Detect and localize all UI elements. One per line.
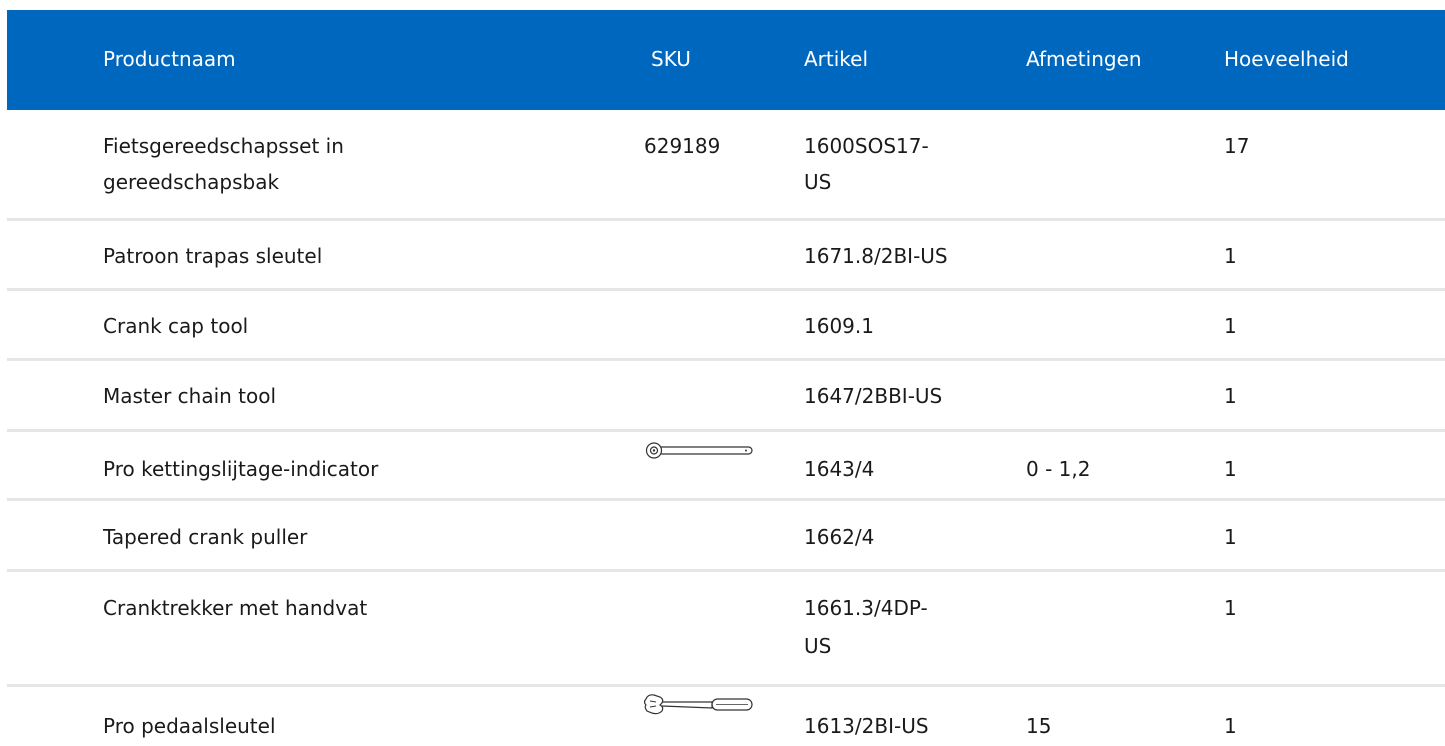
- product-article: 1643/4: [804, 457, 875, 481]
- product-quantity: 1: [1224, 384, 1237, 408]
- product-article-line2: US: [804, 170, 832, 194]
- chain-wear-indicator-icon: [645, 442, 753, 459]
- product-article: 1609.1: [804, 314, 874, 338]
- product-quantity: 1: [1224, 244, 1237, 268]
- column-header-afmetingen[interactable]: Afmetingen: [1026, 47, 1142, 71]
- product-quantity: 1: [1224, 525, 1237, 549]
- product-article-line1: 1600SOS17-: [804, 134, 929, 158]
- product-article: 1613/2BI-US: [804, 714, 929, 738]
- table-row: Pro kettingslijtage-indicator 1643/4 0 -…: [7, 431, 1445, 501]
- product-name: Tapered crank puller: [103, 525, 308, 549]
- table-row: Crank cap tool 1609.1 1: [7, 290, 1445, 361]
- product-name: Pro kettingslijtage-indicator: [103, 457, 379, 481]
- product-name: Master chain tool: [103, 384, 277, 408]
- product-name-line2: gereedschapsbak: [103, 170, 280, 194]
- product-quantity: 1: [1224, 714, 1237, 738]
- product-dimensions: 0 - 1,2: [1026, 457, 1091, 481]
- product-quantity: 1: [1224, 314, 1237, 338]
- table-row: Master chain tool 1647/2BBI-US 1: [7, 360, 1445, 432]
- product-quantity: 1: [1224, 457, 1237, 481]
- column-header-productnaam[interactable]: Productnaam: [103, 47, 236, 71]
- product-article-line2: US: [804, 634, 832, 658]
- product-article: 1647/2BBI-US: [804, 384, 943, 408]
- product-name: Pro pedaalsleutel: [103, 714, 276, 738]
- table-row: Tapered crank puller 1662/4 1: [7, 500, 1445, 572]
- table-header: Productnaam SKU Artikel Afmetingen Hoeve…: [7, 10, 1445, 110]
- product-sku: 629189: [644, 134, 721, 158]
- table-row: Cranktrekker met handvat 1661.3/4DP- US …: [7, 571, 1445, 687]
- product-quantity: 1: [1224, 596, 1237, 620]
- column-header-sku[interactable]: SKU: [651, 47, 691, 71]
- table-row: Fietsgereedschapsset in gereedschapsbak …: [7, 110, 1445, 221]
- product-article-line1: 1661.3/4DP-: [804, 596, 928, 620]
- product-name: Crank cap tool: [103, 314, 249, 338]
- table-row: Patroon trapas sleutel 1671.8/2BI-US 1: [7, 219, 1445, 291]
- product-quantity: 17: [1224, 134, 1250, 158]
- product-name: Cranktrekker met handvat: [103, 596, 368, 620]
- table-row: Pro pedaalsleutel 1613/2BI-US 15 1: [7, 686, 1445, 746]
- product-table: Productnaam SKU Artikel Afmetingen Hoeve…: [7, 10, 1445, 746]
- product-name: Patroon trapas sleutel: [103, 244, 323, 268]
- product-name-line1: Fietsgereedschapsset in: [103, 134, 344, 158]
- column-header-hoeveelheid[interactable]: Hoeveelheid: [1224, 47, 1349, 71]
- product-dimensions: 15: [1026, 714, 1052, 738]
- product-article: 1662/4: [804, 525, 875, 549]
- pedal-wrench-icon: [644, 694, 753, 715]
- column-header-artikel[interactable]: Artikel: [804, 47, 868, 71]
- product-article: 1671.8/2BI-US: [804, 244, 948, 268]
